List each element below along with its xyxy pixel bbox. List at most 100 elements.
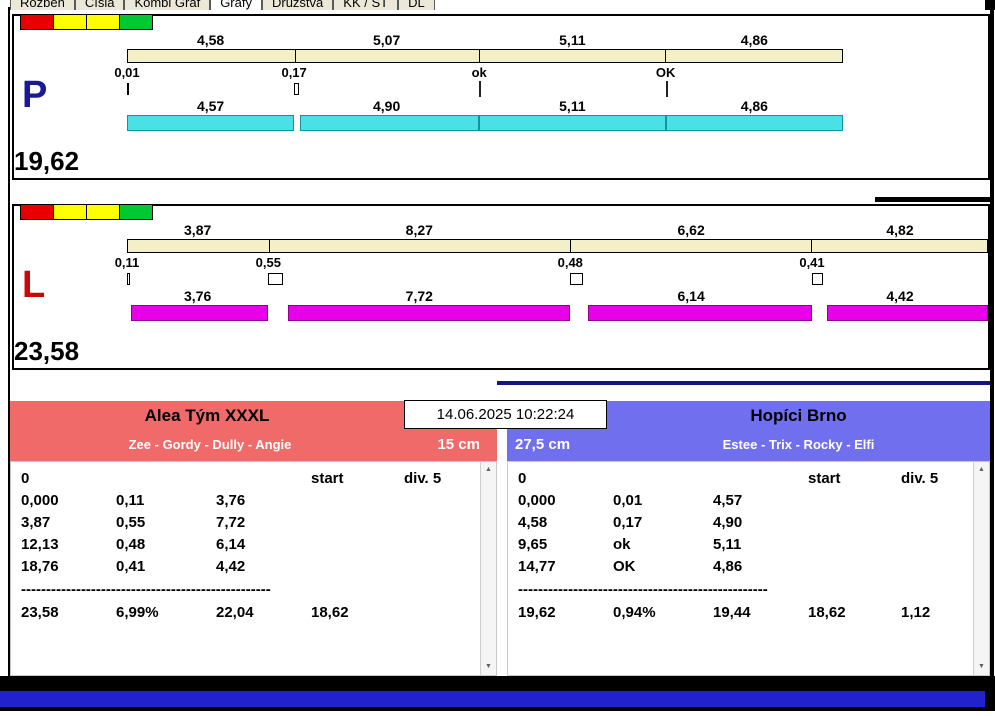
- table-cell: 0,94%: [613, 604, 656, 621]
- table-cell: 4,42: [216, 558, 246, 575]
- table-scrollbar[interactable]: ▲ ▼: [480, 462, 496, 675]
- table-row: 0,000 0,01 4,57: [518, 492, 969, 514]
- change-label: 0,41: [799, 255, 825, 270]
- scale-divider: [268, 240, 270, 252]
- lane-total: 23,58: [14, 336, 80, 366]
- scroll-up-icon[interactable]: ▲: [481, 465, 496, 475]
- change-tick: [665, 81, 668, 97]
- table-row: 0 start div. 5: [21, 470, 476, 492]
- change-box: [812, 273, 823, 285]
- scale-divider: [479, 50, 481, 62]
- table-cell: 5,11: [713, 536, 742, 553]
- table-cell: 18,62: [808, 604, 846, 621]
- team-name: Hopíci Brno: [750, 406, 847, 425]
- change-tick: [479, 81, 482, 97]
- table-body: 0 start div. 5 0,000 0,01 4,57 4,58 0,17 4,90 9,6…: [518, 470, 969, 675]
- time-labels-row: 3,76 7,72 6,14 4,42: [127, 288, 988, 304]
- scroll-down-icon[interactable]: ▼: [974, 662, 989, 672]
- run-time-label: 4,42: [886, 288, 914, 304]
- team-members: Zee - Gordy - Dully - Angie: [128, 437, 292, 452]
- value-bar-segment: [570, 305, 812, 321]
- table-cell: div. 5: [901, 470, 939, 487]
- split-time-label: 5,11: [559, 32, 586, 48]
- table-row: 23,58 6,99% 22,04 18,62: [21, 604, 476, 626]
- change-labels-row: 0,11 0,55 0,48 0,41: [115, 255, 988, 270]
- value-bar-segment: [479, 115, 666, 131]
- jump-height-badge: 15 cm: [437, 436, 480, 453]
- results-table-left: 0 start div. 5 0,000 0,11 3,76 3,87 0,55 7,72 12,…: [10, 461, 497, 676]
- change-label: 0,48: [557, 255, 583, 270]
- tab-kk-st[interactable]: KK / ST: [333, 0, 399, 10]
- table-cell: 18,76: [21, 558, 59, 575]
- lane-panel-l: L 3,87 8,27 6,62 4,82 0,11 0,55 0,48 0,41 3,76…: [12, 204, 990, 370]
- results-table-right: 0 start div. 5 0,000 0,01 4,57 4,58 0,17 4,90 9,6…: [507, 461, 990, 676]
- change-label: 0,11: [114, 255, 140, 270]
- table-cell: 0,55: [116, 514, 146, 531]
- team-members: Estee - Trix - Rocky - Elfi: [722, 437, 875, 452]
- tab-cisla[interactable]: Čísla: [74, 0, 125, 10]
- scroll-down-icon[interactable]: ▼: [481, 662, 496, 672]
- window-border-right: [990, 0, 994, 676]
- run-time-label: 4,57: [196, 98, 225, 114]
- value-bar-fill: [587, 305, 812, 321]
- tab-dl[interactable]: DL: [398, 0, 435, 10]
- table-row: 14,77 OK 4,86: [518, 558, 969, 580]
- value-bar-fill: [131, 305, 269, 321]
- run-time-label: 5,11: [559, 98, 586, 114]
- change-label: 0,55: [255, 255, 281, 270]
- scale-divider: [665, 50, 667, 62]
- datetime-display: 14.06.2025 10:22:24: [404, 400, 607, 429]
- tab-druzstva[interactable]: Družstva: [261, 0, 334, 10]
- table-row: 9,65 ok 5,11: [518, 536, 969, 558]
- change-box: [127, 83, 129, 95]
- table-scrollbar[interactable]: ▲ ▼: [973, 462, 989, 675]
- table-row: 4,58 0,17 4,90: [518, 514, 969, 536]
- scale-divider: [811, 240, 813, 252]
- change-box: [127, 273, 130, 285]
- table-cell: 4,57: [713, 492, 743, 509]
- table-cell: 0,11: [116, 492, 145, 509]
- table-cell: 4,86: [713, 558, 743, 575]
- split-labels-row: 4,58 5,07 5,11 4,86: [127, 32, 843, 48]
- value-bar-fill: [479, 115, 666, 131]
- tab-kombi-graf[interactable]: Kombi Graf: [124, 0, 211, 10]
- scroll-up-icon[interactable]: ▲: [974, 465, 989, 475]
- table-cell: 9,65: [518, 536, 548, 553]
- split-time-label: 4,58: [196, 32, 225, 48]
- panel-splitter[interactable]: [875, 197, 990, 202]
- run-time-label: 6,14: [677, 288, 705, 304]
- status-square: [53, 14, 87, 30]
- table-cell: 0,17: [613, 514, 643, 531]
- value-bar-fill: [300, 115, 480, 131]
- table-cell: 19,44: [713, 604, 751, 621]
- value-bar-segment: [268, 305, 571, 321]
- value-bar-segment: [127, 115, 295, 131]
- change-box: [570, 273, 584, 285]
- status-square: [20, 14, 54, 30]
- split-time-label: 6,62: [677, 222, 705, 238]
- tab-rozbeh[interactable]: Rozběh: [10, 0, 75, 10]
- change-label: ok: [471, 65, 487, 80]
- split-chart: 3,87 8,27 6,62 4,82 0,11 0,55 0,48 0,41 3,76 7,…: [115, 206, 988, 368]
- change-box: [268, 273, 284, 285]
- team-subheader-right: 27,5 cm Estee - Trix - Rocky - Elfi: [507, 431, 990, 461]
- table-separator: ----------------------------------------…: [21, 581, 271, 598]
- value-bar-fill: [288, 305, 571, 321]
- tab-bar: Rozběh Čísla Kombi Graf Grafy Družstva KK / S…: [10, 0, 650, 10]
- value-bar-fill: [127, 115, 295, 131]
- change-marks-row: [127, 81, 843, 98]
- value-bar-segment: [812, 305, 988, 321]
- status-square: [86, 204, 120, 220]
- table-row: 18,76 0,41 4,42: [21, 558, 476, 580]
- scale-divider: [294, 50, 296, 62]
- table-cell: 14,77: [518, 558, 556, 575]
- table-body: 0 start div. 5 0,000 0,11 3,76 3,87 0,55 7,72 12,…: [21, 470, 476, 675]
- table-cell: 23,58: [21, 604, 59, 621]
- table-cell: start: [808, 470, 841, 487]
- table-cell: 0,41: [116, 558, 146, 575]
- table-cell: 6,99%: [116, 604, 159, 621]
- table-cell: OK: [613, 558, 636, 575]
- tab-grafy[interactable]: Grafy: [210, 0, 262, 10]
- value-bar-fill: [826, 305, 988, 321]
- table-cell: 3,76: [216, 492, 246, 509]
